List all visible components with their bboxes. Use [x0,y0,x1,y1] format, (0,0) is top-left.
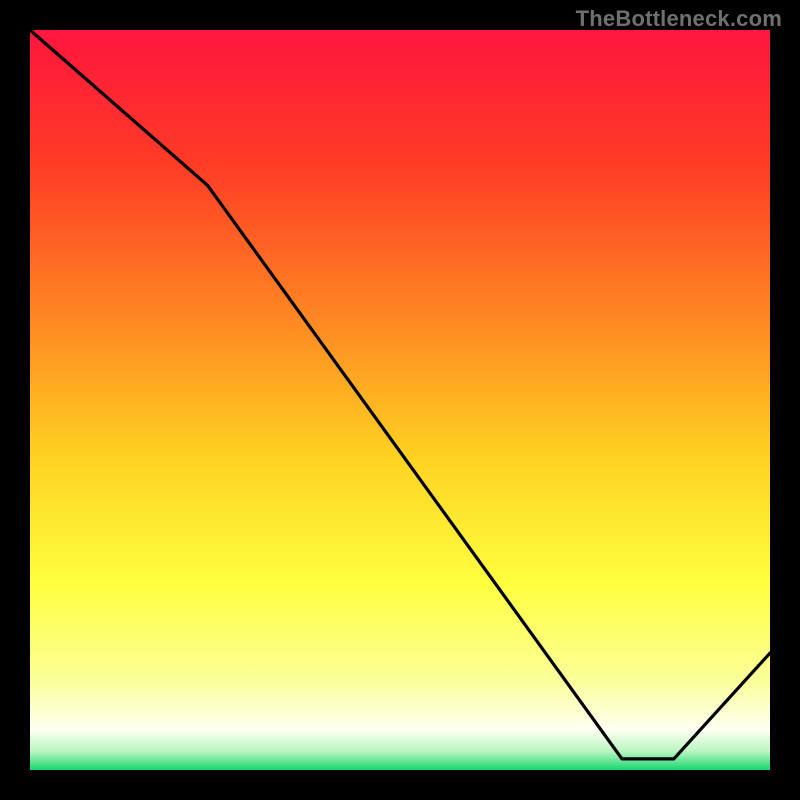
chart-svg [0,0,800,800]
chart-container: TheBottleneck.com [0,0,800,800]
plot-background [30,30,770,770]
watermark-text: TheBottleneck.com [576,6,782,32]
